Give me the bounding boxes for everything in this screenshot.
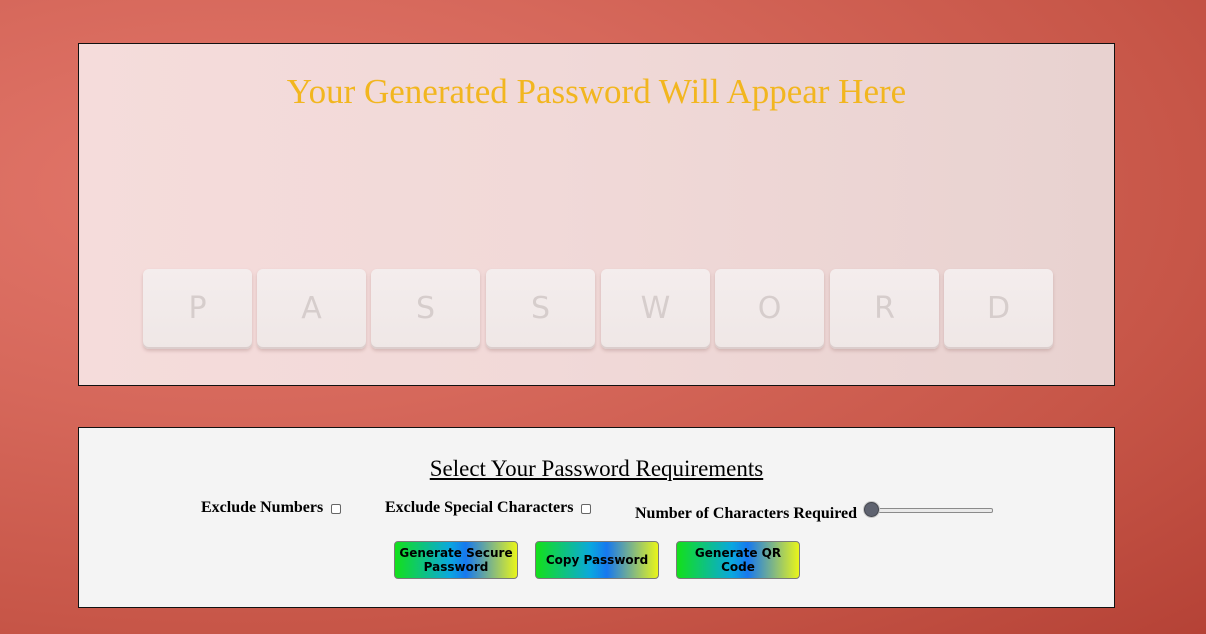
keyboard-key-s: S xyxy=(486,269,595,349)
keyboard-key-w: W xyxy=(601,269,710,349)
exclude-numbers-label: Exclude Numbers xyxy=(201,499,324,516)
exclude-numbers-checkbox[interactable] xyxy=(331,504,341,514)
exclude-special-label: Exclude Special Characters xyxy=(385,499,574,516)
keyboard-key-s: S xyxy=(371,269,480,349)
length-label: Number of Characters Required xyxy=(635,505,858,522)
password-display-panel: Your Generated Password Will Appear Here… xyxy=(78,43,1115,386)
password-keys-image: P A S S W O R D xyxy=(143,269,1063,351)
keyboard-key-o: O xyxy=(715,269,824,349)
generate-password-button[interactable]: Generate Secure Password xyxy=(394,541,518,579)
length-slider-thumb[interactable] xyxy=(864,502,879,517)
generate-qr-button[interactable]: Generate QR Code xyxy=(676,541,800,579)
generated-password-output: Your Generated Password Will Appear Here xyxy=(286,72,907,111)
exclude-special-checkbox[interactable] xyxy=(581,504,591,514)
keyboard-key-r: R xyxy=(830,269,939,349)
length-slider-track[interactable] xyxy=(869,508,993,513)
copy-password-button[interactable]: Copy Password xyxy=(535,541,659,579)
requirements-panel: Select Your Password Requirements Exclud… xyxy=(78,427,1115,608)
keyboard-key-a: A xyxy=(257,269,366,349)
keyboard-key-p: P xyxy=(143,269,252,349)
requirements-title-text: Select Your Password Requirements xyxy=(429,456,764,481)
requirements-title: Select Your Password Requirements xyxy=(79,455,1114,483)
keyboard-key-d: D xyxy=(944,269,1053,349)
